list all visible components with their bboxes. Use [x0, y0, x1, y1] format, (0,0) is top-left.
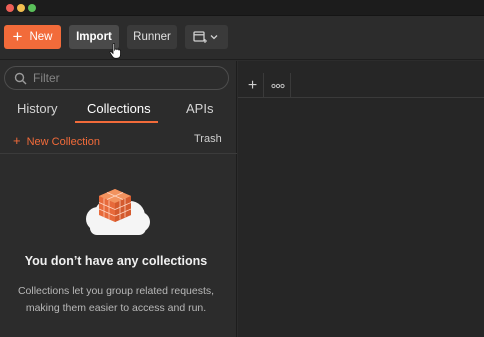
more-tabs-button[interactable]	[265, 73, 291, 98]
title-bar	[0, 0, 484, 16]
more-options-icon	[270, 83, 285, 88]
collections-actions-bar: + New Collection Trash	[0, 128, 237, 154]
tab-history[interactable]: History	[17, 101, 57, 116]
import-button-label: Import	[76, 31, 112, 43]
filter-search-box[interactable]	[4, 66, 229, 90]
maximize-window-button[interactable]	[28, 4, 36, 12]
collection-box-illustration-icon	[86, 189, 150, 235]
new-window-dropdown-button[interactable]	[185, 25, 228, 49]
empty-state-description: Collections let you group related reques…	[10, 283, 222, 317]
active-tab-indicator	[75, 121, 158, 123]
chevron-down-icon	[210, 35, 217, 40]
new-button-label: New	[29, 31, 53, 43]
filter-input[interactable]	[33, 70, 213, 86]
empty-state-title: You don’t have any collections	[24, 254, 208, 268]
tab-apis[interactable]: APIs	[186, 101, 213, 116]
request-workspace: +	[238, 61, 484, 337]
hand-pointer-cursor-icon	[109, 43, 121, 59]
trash-link[interactable]: Trash	[194, 133, 222, 145]
sidebar: History Collections APIs + New Collection…	[0, 61, 237, 337]
runner-button[interactable]: Runner	[127, 25, 177, 49]
plus-icon: +	[247, 76, 258, 94]
main-toolbar: + New Import Runner	[0, 16, 484, 60]
empty-state-description-line: Collections let you group related reques…	[17, 285, 215, 297]
app-window: + New Import Runner Filter History Colle…	[0, 0, 484, 337]
new-collection-button[interactable]: + New Collection	[13, 133, 100, 148]
search-icon	[14, 72, 27, 85]
request-tab-strip: +	[238, 73, 484, 98]
add-tab-button[interactable]: +	[242, 73, 264, 98]
plus-icon: +	[13, 133, 21, 148]
minimize-window-button[interactable]	[17, 4, 25, 12]
runner-button-label: Runner	[133, 31, 171, 43]
new-collection-label: New Collection	[26, 136, 100, 148]
plus-icon: +	[12, 26, 23, 46]
close-window-button[interactable]	[6, 4, 14, 12]
new-button[interactable]: + New	[4, 25, 61, 49]
empty-state-description-line: making them easier to access and run.	[25, 302, 207, 314]
tab-collections[interactable]: Collections	[87, 101, 151, 116]
new-window-icon	[192, 31, 217, 43]
sidebar-tabs: History Collections APIs	[0, 98, 237, 124]
